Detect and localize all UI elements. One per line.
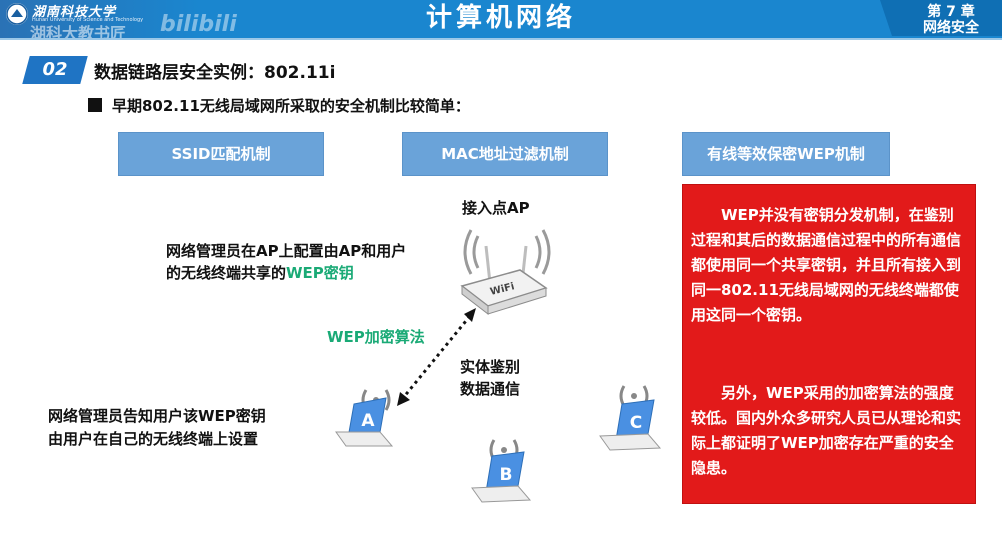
admin-config-text-line2: 的无线终端共享的WEP密钥: [166, 262, 354, 283]
access-point-label: 接入点AP: [462, 199, 530, 217]
laptop-a-label: A: [361, 411, 375, 431]
chapter-name: 网络安全: [923, 20, 979, 36]
note-paragraph-1: WEP并没有密钥分发机制，在鉴别过程和其后的数据通信过程中的所有通信都使用同一个…: [691, 206, 962, 324]
wep-weakness-note: WEP并没有密钥分发机制，在鉴别过程和其后的数据通信过程中的所有通信都使用同一个…: [682, 184, 976, 504]
laptop-b-icon: B: [471, 439, 532, 503]
admin-config-text-line1: 网络管理员在AP上配置由AP和用户: [166, 242, 407, 260]
ap-signal-icon: [463, 229, 551, 275]
access-point-icon: WiFi: [460, 229, 551, 316]
chapter-box-edge: [880, 0, 892, 36]
mechanism-wep: 有线等效保密WEP机制: [682, 132, 890, 176]
wep-algorithm-label: WEP加密算法: [327, 328, 425, 346]
laptop-c-icon: C: [599, 385, 662, 451]
data-comm-label: 数据通信: [460, 380, 521, 398]
laptop-a-icon: A: [335, 389, 394, 447]
admin-config-prefix: 的无线终端共享的: [166, 264, 287, 282]
note-paragraph-2: 另外，WEP采用的加密算法的强度较低。国内外众多研究人员已从理论和实际上都证明了…: [691, 384, 962, 477]
entity-auth-label: 实体鉴别: [460, 358, 521, 376]
admin-tell-text-line1: 网络管理员告知用户该WEP密钥: [48, 407, 266, 425]
laptop-b-label: B: [500, 465, 513, 485]
admin-tell-text-line2: 由用户在自己的无线终端上设置: [48, 430, 259, 448]
wep-key-highlight: WEP密钥: [286, 264, 354, 282]
laptop-c-label: C: [630, 413, 642, 433]
